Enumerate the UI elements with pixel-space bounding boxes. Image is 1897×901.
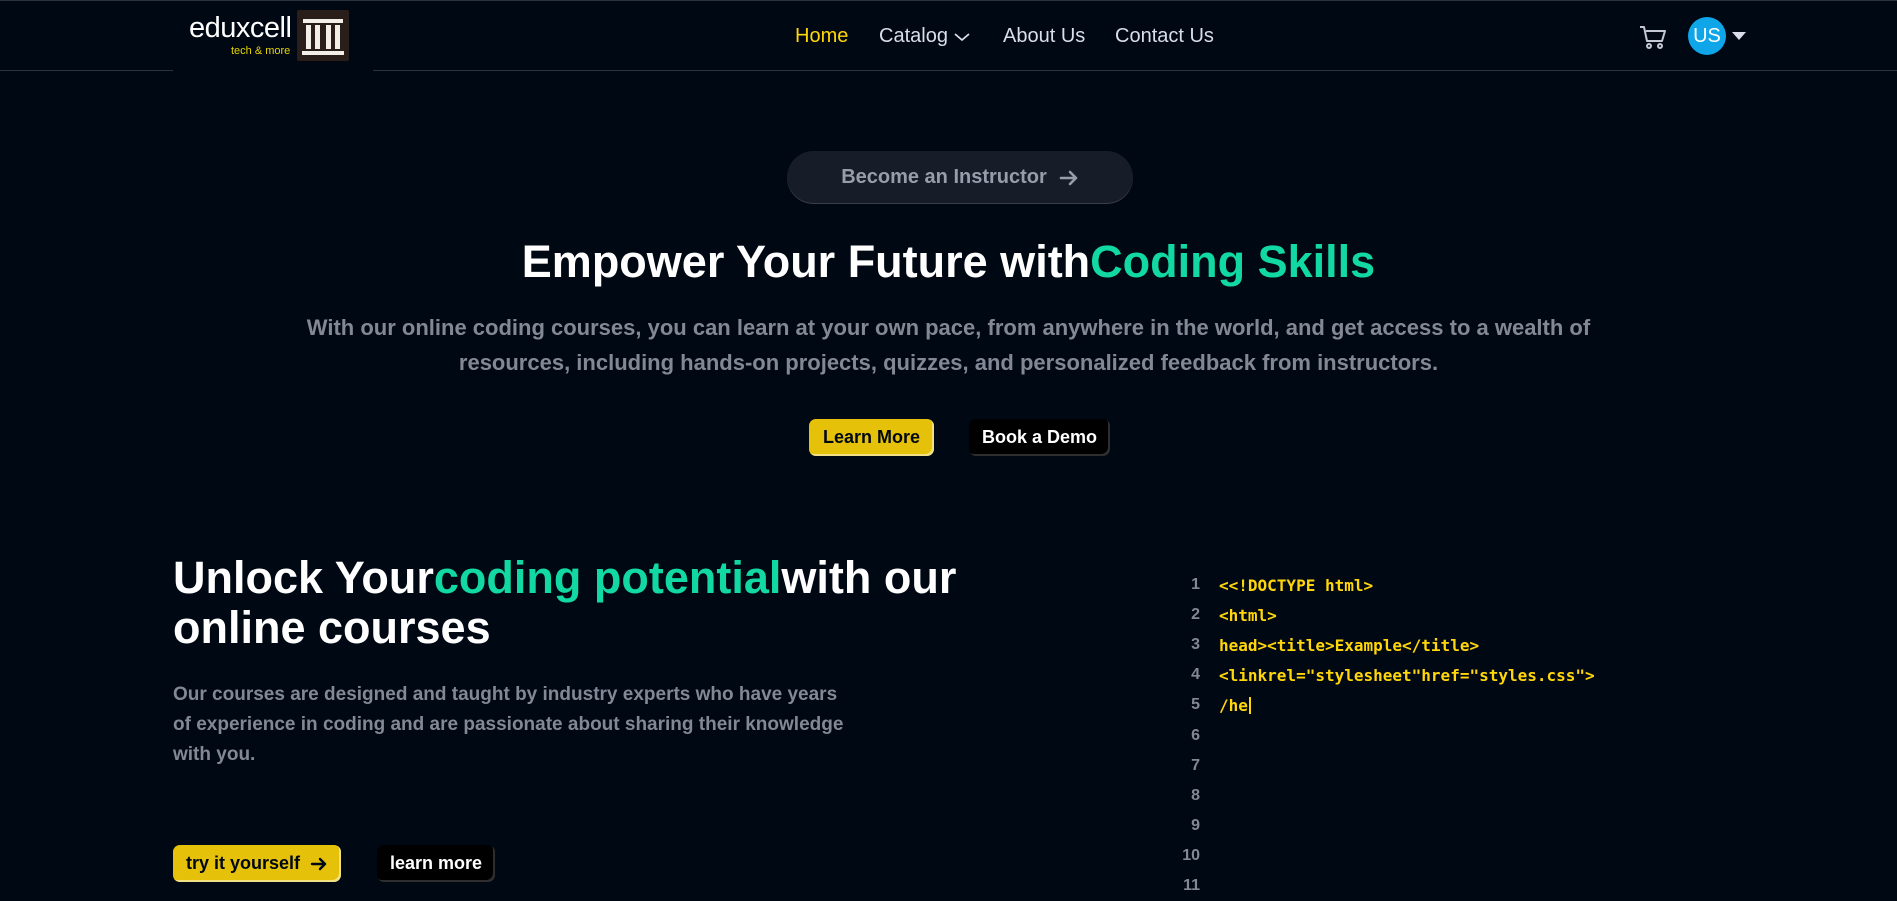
navbar: eduxcell tech & more Home Catalog About … xyxy=(0,0,1897,75)
section-description: Our courses are designed and taught by i… xyxy=(173,684,844,765)
hero-title: Empower Your Future withCoding Skills xyxy=(0,236,1897,288)
section-title-highlight: coding potential xyxy=(433,552,782,603)
line-number: 3 xyxy=(1191,636,1200,654)
code-line: 11 xyxy=(1175,871,1675,901)
code-text: <<!DOCTYPE html> xyxy=(1219,575,1374,595)
code-text: /he xyxy=(1219,696,1251,715)
book-demo-button[interactable]: Book a Demo xyxy=(969,419,1110,456)
arrow-right-icon xyxy=(1059,170,1078,185)
line-number: 4 xyxy=(1191,666,1200,684)
hero-subtitle: With our online coding courses, you can … xyxy=(306,315,1591,375)
become-instructor-label: Become an Instructor xyxy=(841,166,1047,188)
line-number: 9 xyxy=(1191,816,1200,834)
code-line: 6 xyxy=(1175,720,1675,750)
cart-icon[interactable] xyxy=(1638,22,1668,52)
text-cursor xyxy=(1248,696,1251,714)
line-number: 11 xyxy=(1183,876,1200,894)
section-title: Unlock Yourcoding potentialwith our onli… xyxy=(173,553,1023,653)
try-it-yourself-label: try it yourself xyxy=(185,853,301,873)
code-line: 7 xyxy=(1175,751,1675,781)
user-avatar[interactable]: US xyxy=(1688,17,1726,55)
logo[interactable]: eduxcell tech & more xyxy=(173,1,373,75)
caret-down-icon[interactable] xyxy=(1732,32,1746,40)
nav-item-catalog-label: Catalog xyxy=(879,25,948,47)
pillars-logo-icon xyxy=(297,10,349,61)
code-line: 9 xyxy=(1175,811,1675,841)
become-instructor-button[interactable]: Become an Instructor xyxy=(787,151,1133,204)
nav-item-about[interactable]: About Us xyxy=(1003,25,1085,48)
line-number: 7 xyxy=(1191,756,1200,774)
code-text: head><title>Example</title> xyxy=(1219,635,1480,655)
code-line: 3 head><title>Example</title> xyxy=(1175,630,1675,660)
line-number: 1 xyxy=(1191,576,1200,594)
code-text: <linkrel="stylesheet"href="styles.css"> xyxy=(1219,665,1595,685)
code-line: 2 <html> xyxy=(1175,600,1675,630)
code-text: <html> xyxy=(1219,605,1277,625)
line-number: 8 xyxy=(1191,786,1200,804)
logo-tagline: tech & more xyxy=(231,45,291,57)
line-number: 10 xyxy=(1182,846,1200,864)
arrow-right-icon xyxy=(310,857,327,870)
code-line: 1 <<!DOCTYPE html> xyxy=(1175,570,1675,600)
nav-item-catalog[interactable]: Catalog xyxy=(879,25,971,48)
nav-item-home[interactable]: Home xyxy=(795,25,848,48)
hero-title-highlight: Coding Skills xyxy=(1090,236,1376,287)
hero-title-text: Empower Your Future with xyxy=(521,236,1091,287)
code-line: 8 xyxy=(1175,781,1675,811)
line-number: 6 xyxy=(1191,726,1200,744)
learn-more-button[interactable]: Learn More xyxy=(809,419,934,456)
section-title-part1: Unlock Your xyxy=(173,552,434,603)
code-text-value: /he xyxy=(1219,695,1248,715)
code-line: 4 <linkrel="stylesheet"href="styles.css"> xyxy=(1175,660,1675,690)
nav-item-contact[interactable]: Contact Us xyxy=(1115,25,1214,48)
try-it-yourself-button[interactable]: try it yourself xyxy=(173,845,341,882)
learn-more-secondary-button[interactable]: learn more xyxy=(377,845,495,882)
code-line: 10 xyxy=(1175,841,1675,871)
code-editor: 1 <<!DOCTYPE html> 2 <html> 3 head><title>E… xyxy=(1175,570,1675,901)
code-line: 5/he xyxy=(1175,690,1675,720)
line-number: 2 xyxy=(1191,606,1200,624)
line-number: 5 xyxy=(1191,696,1200,714)
logo-wordmark: eduxcell xyxy=(189,12,292,44)
chevron-down-icon xyxy=(954,32,970,41)
